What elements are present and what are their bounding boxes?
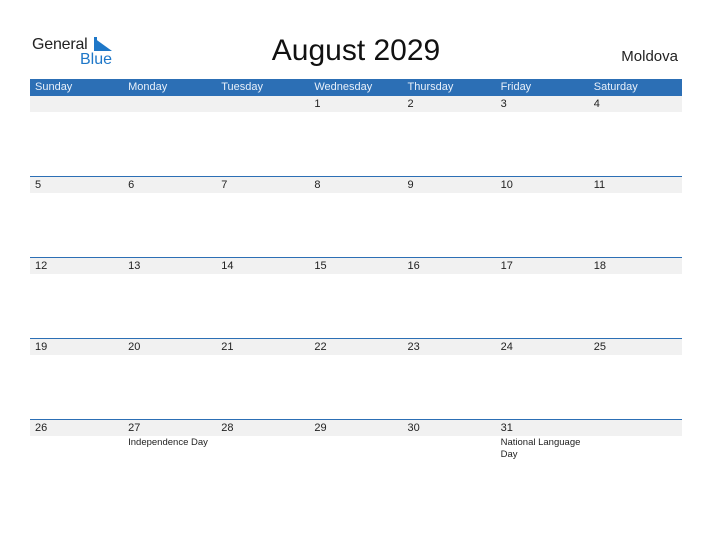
holiday-label bbox=[309, 274, 402, 275]
day-number: 14 bbox=[221, 260, 234, 272]
week-row: 26 27 28 29 30 31 Independence Day National Lan… bbox=[30, 419, 682, 500]
day-number-bar: 12 13 14 15 16 17 18 bbox=[30, 257, 682, 274]
day-number bbox=[123, 96, 216, 112]
week-row: 12 13 14 15 16 17 18 bbox=[30, 257, 682, 338]
day-number: 1 bbox=[314, 98, 321, 110]
day-number bbox=[216, 96, 309, 112]
day-number: 29 bbox=[314, 422, 327, 434]
day-number: 25 bbox=[593, 341, 606, 353]
week-row: 1 2 3 4 bbox=[30, 96, 682, 177]
holiday-label bbox=[309, 112, 402, 113]
holiday-label bbox=[589, 112, 682, 113]
holiday-label bbox=[496, 112, 589, 113]
weekday-friday: Friday bbox=[500, 81, 532, 93]
day-number bbox=[589, 420, 682, 436]
day-number-bar: 26 27 28 29 30 31 bbox=[30, 419, 682, 436]
holiday-label bbox=[589, 436, 682, 461]
day-number: 21 bbox=[221, 341, 234, 353]
holiday-label bbox=[216, 193, 309, 194]
holiday-label bbox=[30, 355, 123, 356]
day-number: 30 bbox=[407, 422, 420, 434]
day-number: 27 bbox=[128, 422, 141, 434]
day-number: 3 bbox=[500, 98, 507, 110]
day-number: 26 bbox=[35, 422, 48, 434]
events-row bbox=[30, 112, 682, 113]
holiday-label bbox=[589, 274, 682, 275]
day-number-bar: 1 2 3 4 bbox=[30, 96, 682, 112]
weekday-monday: Monday bbox=[128, 81, 168, 93]
day-number: 22 bbox=[314, 341, 327, 353]
day-number-bar: 5 6 7 8 9 10 11 bbox=[30, 176, 682, 193]
day-number bbox=[30, 96, 123, 112]
weekday-header-row: Sunday Monday Tuesday Wednesday Thursday… bbox=[30, 79, 682, 96]
day-number: 11 bbox=[593, 179, 606, 191]
holiday-label bbox=[403, 436, 496, 461]
day-number: 28 bbox=[221, 422, 234, 434]
holiday-label bbox=[496, 193, 589, 194]
holiday-label bbox=[309, 436, 402, 461]
weekday-thursday: Thursday bbox=[407, 81, 454, 93]
day-number: 8 bbox=[314, 179, 321, 191]
calendar-grid: Sunday Monday Tuesday Wednesday Thursday… bbox=[30, 79, 682, 460]
holiday-label bbox=[403, 193, 496, 194]
holiday-label: Independence Day bbox=[128, 437, 208, 448]
holiday-label bbox=[30, 436, 123, 461]
holiday-label bbox=[403, 112, 496, 113]
day-number: 15 bbox=[314, 260, 327, 272]
holiday-label bbox=[589, 193, 682, 194]
holiday-label bbox=[123, 112, 216, 113]
holiday-label bbox=[309, 355, 402, 356]
holiday-label bbox=[496, 274, 589, 275]
day-number: 19 bbox=[35, 341, 48, 353]
week-row: 19 20 21 22 23 24 25 bbox=[30, 338, 682, 419]
day-number: 24 bbox=[500, 341, 513, 353]
holiday-label bbox=[403, 355, 496, 356]
events-row: Independence Day National Language Day bbox=[30, 436, 682, 461]
weekday-sunday: Sunday bbox=[35, 81, 73, 93]
holiday-label bbox=[123, 274, 216, 275]
day-number: 23 bbox=[407, 341, 420, 353]
events-row bbox=[30, 193, 682, 194]
events-row bbox=[30, 274, 682, 275]
day-number: 17 bbox=[500, 260, 513, 272]
holiday-label bbox=[30, 193, 123, 194]
holiday-label bbox=[216, 436, 309, 461]
day-number: 5 bbox=[35, 179, 42, 191]
holiday-label: National Language Day bbox=[500, 437, 581, 460]
holiday-label bbox=[30, 274, 123, 275]
weekday-tuesday: Tuesday bbox=[221, 81, 264, 93]
calendar-title: August 2029 bbox=[271, 34, 441, 67]
day-number: 31 bbox=[500, 422, 513, 434]
weekday-saturday: Saturday bbox=[593, 81, 638, 93]
day-number: 13 bbox=[128, 260, 141, 272]
day-number: 18 bbox=[593, 260, 606, 272]
day-number: 6 bbox=[128, 179, 135, 191]
holiday-label bbox=[309, 193, 402, 194]
holiday-label bbox=[589, 355, 682, 356]
holiday-label bbox=[216, 112, 309, 113]
day-number: 12 bbox=[35, 260, 48, 272]
day-number: 2 bbox=[407, 98, 414, 110]
day-number: 7 bbox=[221, 179, 228, 191]
day-number-bar: 19 20 21 22 23 24 25 bbox=[30, 338, 682, 355]
day-number: 10 bbox=[500, 179, 513, 191]
day-number: 20 bbox=[128, 341, 141, 353]
day-number: 9 bbox=[407, 179, 414, 191]
holiday-label bbox=[123, 355, 216, 356]
week-row: 5 6 7 8 9 10 11 bbox=[30, 176, 682, 257]
holiday-label bbox=[30, 112, 123, 113]
holiday-label bbox=[216, 355, 309, 356]
holiday-label bbox=[403, 274, 496, 275]
holiday-label bbox=[216, 274, 309, 275]
events-row bbox=[30, 355, 682, 356]
holiday-label bbox=[496, 355, 589, 356]
country-label: Moldova bbox=[621, 48, 678, 65]
day-number: 16 bbox=[407, 260, 420, 272]
holiday-label bbox=[123, 193, 216, 194]
day-number: 4 bbox=[593, 98, 600, 110]
weekday-wednesday: Wednesday bbox=[314, 81, 373, 93]
